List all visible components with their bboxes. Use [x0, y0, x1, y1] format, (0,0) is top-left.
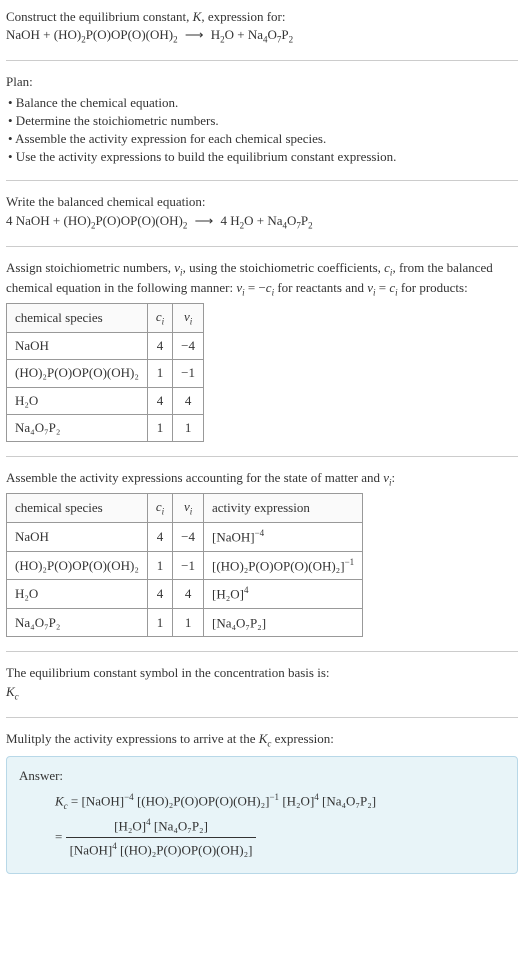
divider	[6, 60, 518, 61]
ci-cell: 1	[147, 551, 172, 580]
answer-label: Answer:	[19, 767, 505, 785]
assemble-text: Assemble the activity expressions accoun…	[6, 469, 518, 489]
ci-cell: 1	[147, 360, 172, 387]
table-header-row: chemical species ci νi activity expressi…	[7, 494, 363, 523]
balanced-title: Write the balanced chemical equation:	[6, 193, 518, 211]
vi-cell: 4	[173, 387, 204, 414]
col-species: chemical species	[7, 494, 148, 523]
fraction-numerator: [H₂O]4 [Na₄O₇P₂]	[66, 816, 257, 839]
balanced-equation: 4 NaOH + (HO)2P(O)OP(O)(OH)2 ⟶ 4 H2O + N…	[6, 212, 518, 232]
species-cell: NaOH	[7, 333, 148, 360]
activity-cell: [NaOH]−4	[204, 523, 363, 552]
col-species: chemical species	[7, 304, 148, 333]
stoich-table: chemical species ci νi NaOH 4 −4 (HO)₂P(…	[6, 303, 204, 442]
fraction: [H₂O]4 [Na₄O₇P₂] [NaOH]4 [(HO)₂P(O)OP(O)…	[66, 816, 257, 860]
plan-item: • Assemble the activity expression for e…	[6, 130, 518, 148]
vi-cell: 1	[173, 608, 204, 637]
intro-text-1b: , expression for:	[201, 9, 285, 24]
table-row: Na₄O₇P₂ 1 1	[7, 414, 204, 441]
table-row: H₂O 4 4	[7, 387, 204, 414]
table-row: NaOH 4 −4	[7, 333, 204, 360]
table-row: NaOH 4 −4 [NaOH]−4	[7, 523, 363, 552]
species-cell: Na₄O₇P₂	[7, 608, 148, 637]
species-cell: (HO)₂P(O)OP(O)(OH)₂	[7, 360, 148, 387]
plan-section: Plan: • Balance the chemical equation. •…	[6, 73, 518, 166]
ci-cell: 4	[147, 523, 172, 552]
plan-list: • Balance the chemical equation. • Deter…	[6, 94, 518, 167]
intro-line: Construct the equilibrium constant, K, e…	[6, 8, 518, 26]
ci-cell: 1	[147, 414, 172, 441]
divider	[6, 651, 518, 652]
plan-item: • Balance the chemical equation.	[6, 94, 518, 112]
table-header-row: chemical species ci νi	[7, 304, 204, 333]
fraction-denominator: [NaOH]4 [(HO)₂P(O)OP(O)(OH)₂]	[66, 838, 257, 860]
table-row: (HO)₂P(O)OP(O)(OH)₂ 1 −1	[7, 360, 204, 387]
divider	[6, 180, 518, 181]
plan-title: Plan:	[6, 73, 518, 91]
Kc-symbol: Kc	[6, 683, 518, 703]
ci-cell: 4	[147, 387, 172, 414]
intro-text-1: Construct the equilibrium constant,	[6, 9, 193, 24]
answer-equation-line-2: = [H₂O]4 [Na₄O₇P₂] [NaOH]4 [(HO)₂P(O)OP(…	[19, 816, 505, 860]
col-vi: νi	[173, 494, 204, 523]
symbol-section: The equilibrium constant symbol in the c…	[6, 664, 518, 702]
vi-cell: −1	[173, 360, 204, 387]
vi-cell: −4	[173, 333, 204, 360]
divider	[6, 246, 518, 247]
symbol-text: The equilibrium constant symbol in the c…	[6, 664, 518, 682]
activity-cell: [Na₄O₇P₂]	[204, 608, 363, 637]
table-row: Na₄O₇P₂ 1 1 [Na₄O₇P₂]	[7, 608, 363, 637]
species-cell: (HO)₂P(O)OP(O)(OH)₂	[7, 551, 148, 580]
col-ci: ci	[147, 304, 172, 333]
multiply-text: Mulitply the activity expressions to arr…	[6, 730, 518, 750]
species-cell: Na₄O₇P₂	[7, 414, 148, 441]
activity-cell: [H₂O]4	[204, 580, 363, 609]
multiply-section: Mulitply the activity expressions to arr…	[6, 730, 518, 874]
vi-cell: −4	[173, 523, 204, 552]
ci-cell: 4	[147, 333, 172, 360]
species-cell: H₂O	[7, 580, 148, 609]
table-row: H₂O 4 4 [H₂O]4	[7, 580, 363, 609]
unbalanced-equation: NaOH + (HO)2P(O)OP(O)(OH)2 ⟶ H2O + Na4O7…	[6, 26, 518, 46]
assign-section: Assign stoichiometric numbers, νi, using…	[6, 259, 518, 442]
ci-cell: 1	[147, 608, 172, 637]
vi-cell: −1	[173, 551, 204, 580]
vi-cell: 4	[173, 580, 204, 609]
vi-cell: 1	[173, 414, 204, 441]
assign-text: Assign stoichiometric numbers, νi, using…	[6, 259, 518, 299]
divider	[6, 456, 518, 457]
col-vi: νi	[173, 304, 204, 333]
col-activity: activity expression	[204, 494, 363, 523]
intro-section: Construct the equilibrium constant, K, e…	[6, 8, 518, 46]
table-row: (HO)₂P(O)OP(O)(OH)₂ 1 −1 [(HO)₂P(O)OP(O)…	[7, 551, 363, 580]
answer-equation-line-1: Kc = [NaOH]−4 [(HO)₂P(O)OP(O)(OH)₂]−1 [H…	[19, 791, 505, 813]
reaction-arrow-icon: ⟶	[185, 26, 204, 44]
answer-box: Answer: Kc = [NaOH]−4 [(HO)₂P(O)OP(O)(OH…	[6, 756, 518, 874]
species-cell: NaOH	[7, 523, 148, 552]
reaction-arrow-icon: ⟶	[195, 212, 214, 230]
activity-cell: [(HO)₂P(O)OP(O)(OH)₂]−1	[204, 551, 363, 580]
species-cell: H₂O	[7, 387, 148, 414]
plan-item: • Use the activity expressions to build …	[6, 148, 518, 166]
col-ci: ci	[147, 494, 172, 523]
ci-cell: 4	[147, 580, 172, 609]
assemble-section: Assemble the activity expressions accoun…	[6, 469, 518, 637]
divider	[6, 717, 518, 718]
balanced-section: Write the balanced chemical equation: 4 …	[6, 193, 518, 231]
activity-table: chemical species ci νi activity expressi…	[6, 493, 363, 637]
plan-item: • Determine the stoichiometric numbers.	[6, 112, 518, 130]
